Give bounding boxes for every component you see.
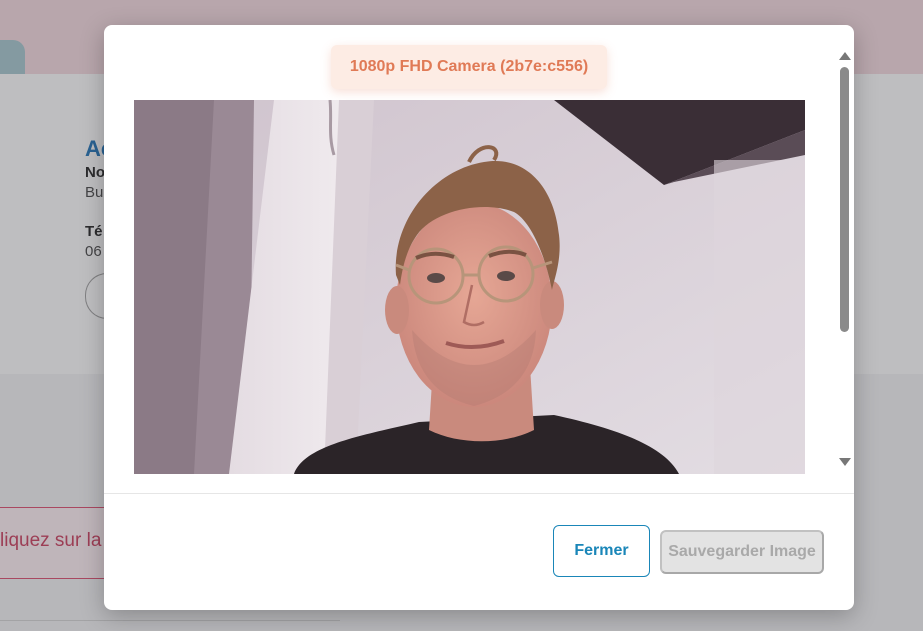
modal-footer-divider (104, 493, 854, 494)
save-image-button[interactable]: Sauvegarder Image (660, 530, 824, 574)
webcam-frame-image (134, 100, 805, 474)
modal-body: 1080p FHD Camera (2b7e:c556) (104, 25, 854, 493)
scrollbar-thumb[interactable] (840, 67, 849, 332)
modal-scrollbar[interactable] (838, 47, 852, 467)
camera-select-label[interactable]: 1080p FHD Camera (2b7e:c556) (331, 45, 607, 89)
scroll-down-icon[interactable] (839, 458, 851, 466)
scroll-up-icon[interactable] (839, 52, 851, 60)
close-button[interactable]: Fermer (553, 525, 650, 577)
camera-preview (134, 100, 805, 474)
camera-modal: 1080p FHD Camera (2b7e:c556) Fermer Sauv… (104, 25, 854, 610)
